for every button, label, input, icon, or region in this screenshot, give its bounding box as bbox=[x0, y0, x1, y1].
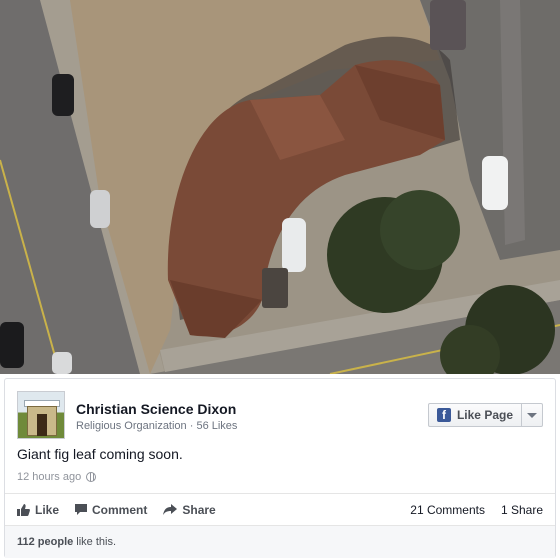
share-label: Share bbox=[182, 502, 216, 517]
likes-suffix: like this. bbox=[76, 536, 117, 548]
page-name[interactable]: Christian Science Dixon bbox=[76, 401, 236, 417]
share-arrow-icon bbox=[163, 503, 178, 515]
page-category: Religious Organization · 56 Likes bbox=[76, 420, 238, 432]
shares-count[interactable]: 1 Share bbox=[501, 503, 543, 517]
post-header: Christian Science Dixon Religious Organi… bbox=[17, 391, 543, 441]
page-avatar[interactable] bbox=[17, 391, 65, 439]
comment-label: Comment bbox=[92, 502, 148, 517]
like-button[interactable]: Like bbox=[17, 503, 59, 517]
post-timestamp[interactable]: 12 hours ago bbox=[17, 471, 81, 483]
likes-summary: 112 people like this. bbox=[5, 525, 555, 558]
like-page-dropdown[interactable] bbox=[522, 404, 542, 426]
chevron-down-icon bbox=[527, 412, 537, 418]
comments-count[interactable]: 21 Comments bbox=[410, 503, 485, 517]
globe-icon bbox=[86, 472, 97, 482]
post-card: Christian Science Dixon Religious Organi… bbox=[4, 378, 556, 558]
likes-people-link[interactable]: 112 people bbox=[17, 536, 73, 548]
like-page-main[interactable]: f Like Page bbox=[429, 404, 522, 426]
post-meta: 12 hours ago bbox=[17, 471, 97, 483]
share-button[interactable]: Share bbox=[163, 502, 216, 517]
like-page-label: Like Page bbox=[456, 408, 513, 422]
facebook-icon: f bbox=[436, 408, 451, 422]
thumbs-up-icon bbox=[17, 503, 30, 516]
engagement-counts: 21 Comments 1 Share bbox=[394, 503, 543, 517]
comment-button[interactable]: Comment bbox=[75, 503, 147, 517]
like-page-button[interactable]: f Like Page bbox=[427, 403, 543, 427]
aerial-photo bbox=[0, 0, 560, 374]
action-bar: Like Comment Share 21 Comments 1 Share bbox=[5, 493, 555, 525]
like-label: Like bbox=[35, 502, 60, 517]
comment-icon bbox=[75, 503, 88, 515]
post-text: Giant fig leaf coming soon. bbox=[17, 446, 183, 462]
